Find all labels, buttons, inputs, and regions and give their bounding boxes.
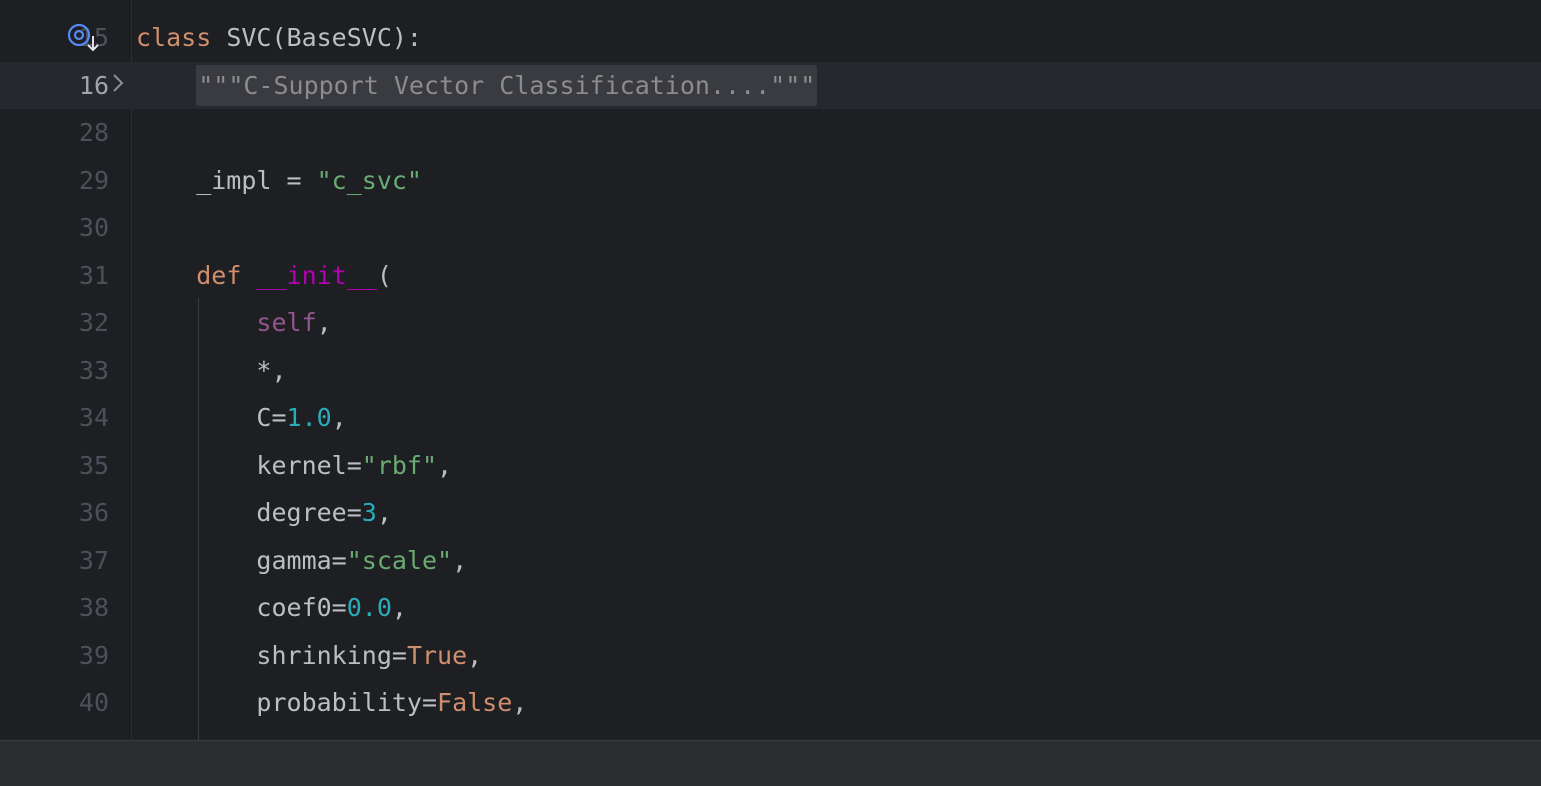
code-text[interactable]: gamma="scale", [136,537,467,584]
code-token: , [512,688,528,717]
line-number: 35 [78,450,109,480]
code-token: , [376,498,392,527]
code-token: , [437,450,453,480]
code-line[interactable]: 35 kernel="rbf", [0,442,1541,489]
code-line[interactable]: 39 shrinking=True, [0,632,1541,679]
code-line[interactable]: 30 [0,204,1541,251]
code-line[interactable]: 34 C=1.0, [0,394,1541,441]
line-number: 32 [78,308,109,337]
code-token: kernel= [136,450,362,480]
code-token: "rbf" [361,450,438,480]
code-token: , [391,593,407,622]
line-number: 37 [78,545,109,575]
code-token: shrinking= [136,640,407,670]
line-number: 40 [78,688,109,717]
line-number: 36 [78,498,109,527]
code-token: 1.0 [286,403,332,432]
code-text[interactable]: shrinking=True, [136,632,482,679]
code-editor[interactable]: 15class SVC(BaseSVC):16 """C-Support Vec… [0,0,1541,740]
line-number: 33 [78,355,109,385]
code-token: *, [136,355,287,385]
code-line[interactable]: 28 [0,109,1541,156]
code-line[interactable]: 32 self, [0,299,1541,346]
code-token: C= [136,403,287,432]
code-token: 3 [361,498,377,527]
code-token: False [437,688,513,717]
indent-guide [198,298,199,740]
code-token: def [196,260,257,290]
code-token: True [406,640,468,670]
code-line[interactable]: 29 _impl = "c_svc" [0,157,1541,204]
code-token: __init__ [256,260,377,290]
folded-docstring[interactable]: """C-Support Vector Classification....""… [196,64,818,106]
line-number: 31 [78,260,109,290]
line-number: 28 [78,118,109,147]
code-text[interactable]: def __init__( [136,252,392,299]
code-text[interactable]: C=1.0, [136,394,347,441]
code-token: ( [376,260,392,290]
code-token: , [467,640,483,670]
code-line[interactable]: 38 coef0=0.0, [0,584,1541,631]
line-number: 38 [78,593,109,622]
code-line[interactable]: 15class SVC(BaseSVC): [0,14,1541,61]
code-token: , [452,545,468,575]
code-line[interactable]: 16 """C-Support Vector Classification...… [0,61,1541,109]
code-token: _impl = [136,165,317,195]
line-number: 39 [78,640,109,670]
code-text[interactable]: kernel="rbf", [136,442,452,489]
code-text[interactable]: *, [136,347,287,394]
line-number: 29 [78,165,109,195]
code-text[interactable]: _impl = "c_svc" [136,157,422,204]
line-number: 34 [78,403,109,432]
code-token: gamma= [136,545,347,575]
line-number: 30 [78,213,109,242]
code-token: SVC(BaseSVC): [226,23,422,52]
line-number: 16 [78,70,109,100]
code-text[interactable]: """C-Support Vector Classification....""… [136,62,818,109]
code-token: class [136,23,227,52]
override-method-icon[interactable] [66,22,102,54]
code-line[interactable]: 37 gamma="scale", [0,537,1541,584]
code-token: degree= [136,498,362,527]
code-line[interactable]: 31 def __init__( [0,252,1541,299]
code-line[interactable]: 36 degree=3, [0,489,1541,536]
code-text[interactable]: class SVC(BaseSVC): [136,14,422,61]
code-token: "c_svc" [316,165,422,195]
code-text[interactable]: probability=False, [136,679,527,726]
code-text[interactable]: self, [136,299,332,346]
code-text[interactable]: coef0=0.0, [136,584,407,631]
code-token: coef0= [136,593,347,622]
chevron-right-icon[interactable] [110,70,126,96]
code-token: self [256,308,317,337]
code-token: , [331,403,347,432]
code-token: 0.0 [346,593,392,622]
code-line[interactable]: 40 probability=False, [0,679,1541,726]
code-token: probability= [136,688,438,717]
code-token: , [316,308,332,337]
horizontal-scrollbar-area[interactable] [0,740,1541,786]
code-text[interactable]: degree=3, [136,489,392,536]
code-token: "scale" [346,545,453,575]
code-line[interactable]: 33 *, [0,347,1541,394]
